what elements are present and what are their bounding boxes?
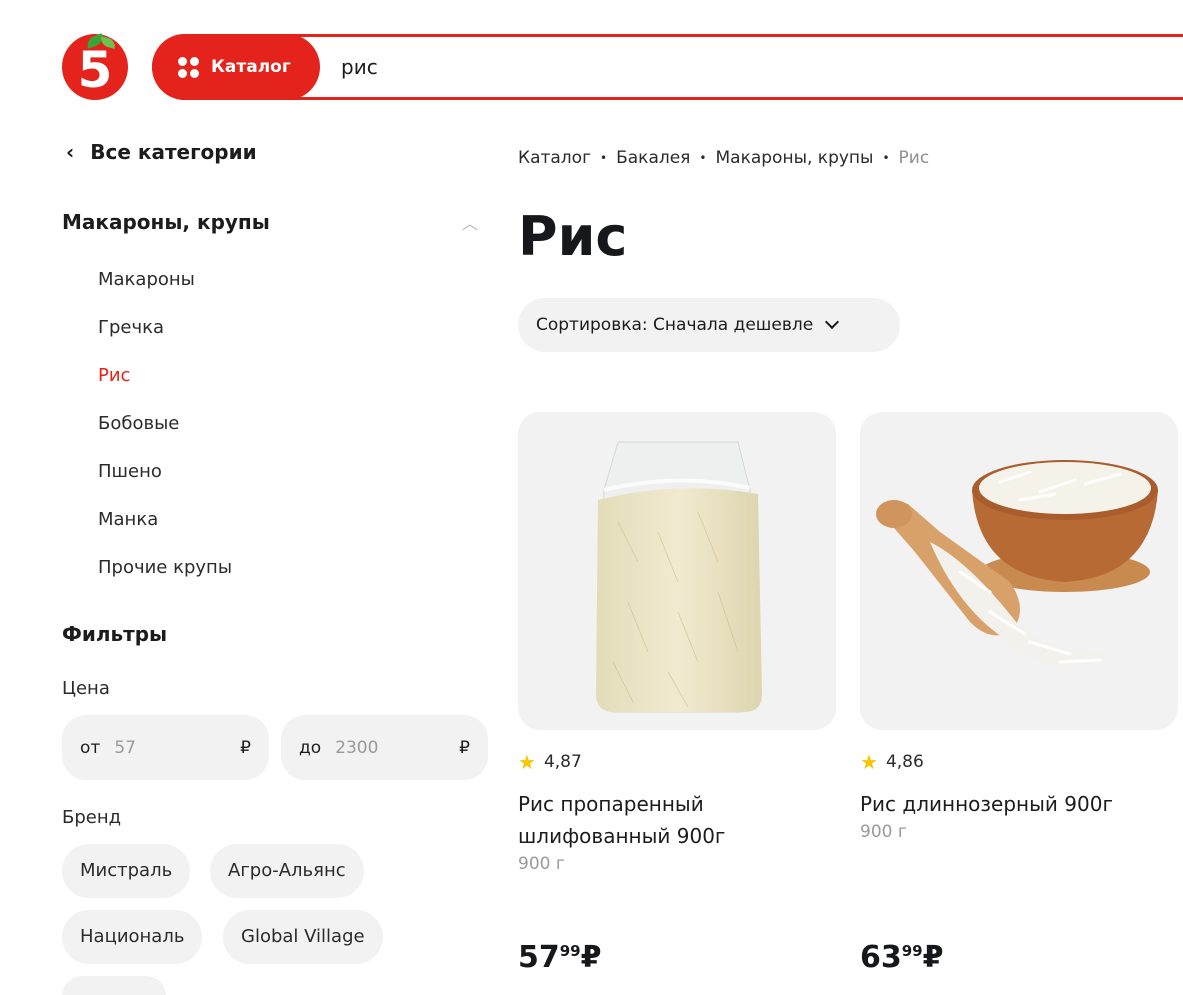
page-title: Рис (518, 205, 628, 268)
price-to-field[interactable]: до 2300 ₽ (281, 715, 488, 780)
price-integer: 63 (860, 940, 902, 975)
search-input[interactable] (341, 50, 1141, 84)
price-from-value[interactable]: 57 (114, 738, 240, 758)
rating-value: 4,87 (543, 752, 582, 772)
product-card[interactable]: ★ 4,87 Рис пропаренный шлифованный 900г … (518, 412, 836, 874)
all-categories-link[interactable]: ‹ Все категории (66, 140, 257, 164)
chevron-down-icon (825, 314, 840, 330)
brand-chip[interactable]: Global Village (223, 910, 383, 964)
product-price: 5799₽ (518, 940, 602, 975)
subcategory-item[interactable]: Прочие крупы (98, 554, 232, 602)
price-from-field[interactable]: от 57 ₽ (62, 715, 269, 780)
product-weight: 900 г (518, 854, 565, 874)
category-title: Макароны, крупы (62, 210, 270, 234)
brand-chip[interactable]: Мистраль (62, 844, 191, 898)
product-card[interactable]: ★ 4,86 Рис длиннозерный 900г 900 г (860, 412, 1178, 842)
star-icon: ★ (860, 750, 878, 774)
brand-chip[interactable]: Националь (62, 910, 203, 964)
price-from-prefix: от (80, 737, 101, 758)
product-name[interactable]: Рис пропаренный шлифованный 900г (518, 788, 836, 852)
price-currency: ₽ (922, 940, 944, 975)
subcategory-item-active[interactable]: Рис (98, 362, 232, 410)
product-name[interactable]: Рис длиннозерный 900г (860, 788, 1178, 820)
brand-chip[interactable] (62, 976, 166, 995)
brand-label: Бренд (62, 807, 122, 828)
ruble-sign: ₽ (240, 737, 251, 758)
logo[interactable]: 5 (62, 33, 128, 100)
product-rating: ★ 4,86 (860, 750, 1178, 774)
price-currency: ₽ (580, 940, 602, 975)
product-image[interactable] (860, 412, 1178, 730)
price-to-value[interactable]: 2300 (335, 738, 459, 758)
breadcrumb-item[interactable]: Макароны, крупы (716, 148, 874, 168)
breadcrumb-separator: • (600, 151, 608, 165)
subcategory-item[interactable]: Пшено (98, 458, 232, 506)
subcategory-item[interactable]: Гречка (98, 314, 232, 362)
filters-title: Фильтры (62, 622, 168, 646)
breadcrumb: Каталог • Бакалея • Макароны, крупы • Ри… (518, 148, 929, 168)
all-categories-label: Все категории (90, 140, 257, 164)
price-integer: 57 (518, 940, 560, 975)
breadcrumb-item[interactable]: Каталог (518, 148, 591, 168)
product-price: 6399₽ (860, 940, 944, 975)
subcategory-item[interactable]: Макароны (98, 266, 232, 314)
category-header[interactable]: Макароны, крупы ︿ (62, 210, 482, 234)
breadcrumb-item[interactable]: Бакалея (616, 148, 690, 168)
grid-dots-icon (178, 57, 199, 78)
price-fraction: 99 (559, 942, 581, 960)
sort-label: Сортировка: Сначала дешевле (536, 315, 814, 335)
star-icon: ★ (518, 750, 536, 774)
brand-chip[interactable]: Агро-Альянс (210, 844, 364, 898)
subcategory-list: Макароны Гречка Рис Бобовые Пшено Манка … (98, 266, 232, 602)
price-label: Цена (62, 678, 110, 699)
subcategory-item[interactable]: Манка (98, 506, 232, 554)
product-weight: 900 г (860, 822, 907, 842)
breadcrumb-current: Рис (898, 148, 930, 168)
product-rating: ★ 4,87 (518, 750, 836, 774)
chevron-up-icon[interactable]: ︿ (462, 210, 478, 234)
breadcrumb-separator: • (882, 151, 890, 165)
catalog-button[interactable]: Каталог (152, 34, 320, 100)
breadcrumb-separator: • (699, 151, 707, 165)
product-image[interactable] (518, 412, 836, 730)
logo-text: 5 (77, 41, 113, 99)
ruble-sign: ₽ (459, 737, 470, 758)
sort-dropdown[interactable]: Сортировка: Сначала дешевле (518, 298, 900, 352)
catalog-button-label: Каталог (211, 57, 291, 77)
chevron-left-icon: ‹ (66, 140, 75, 164)
price-to-prefix: до (299, 737, 322, 758)
subcategory-item[interactable]: Бобовые (98, 410, 232, 458)
rating-value: 4,86 (885, 752, 924, 772)
price-fraction: 99 (901, 942, 923, 960)
